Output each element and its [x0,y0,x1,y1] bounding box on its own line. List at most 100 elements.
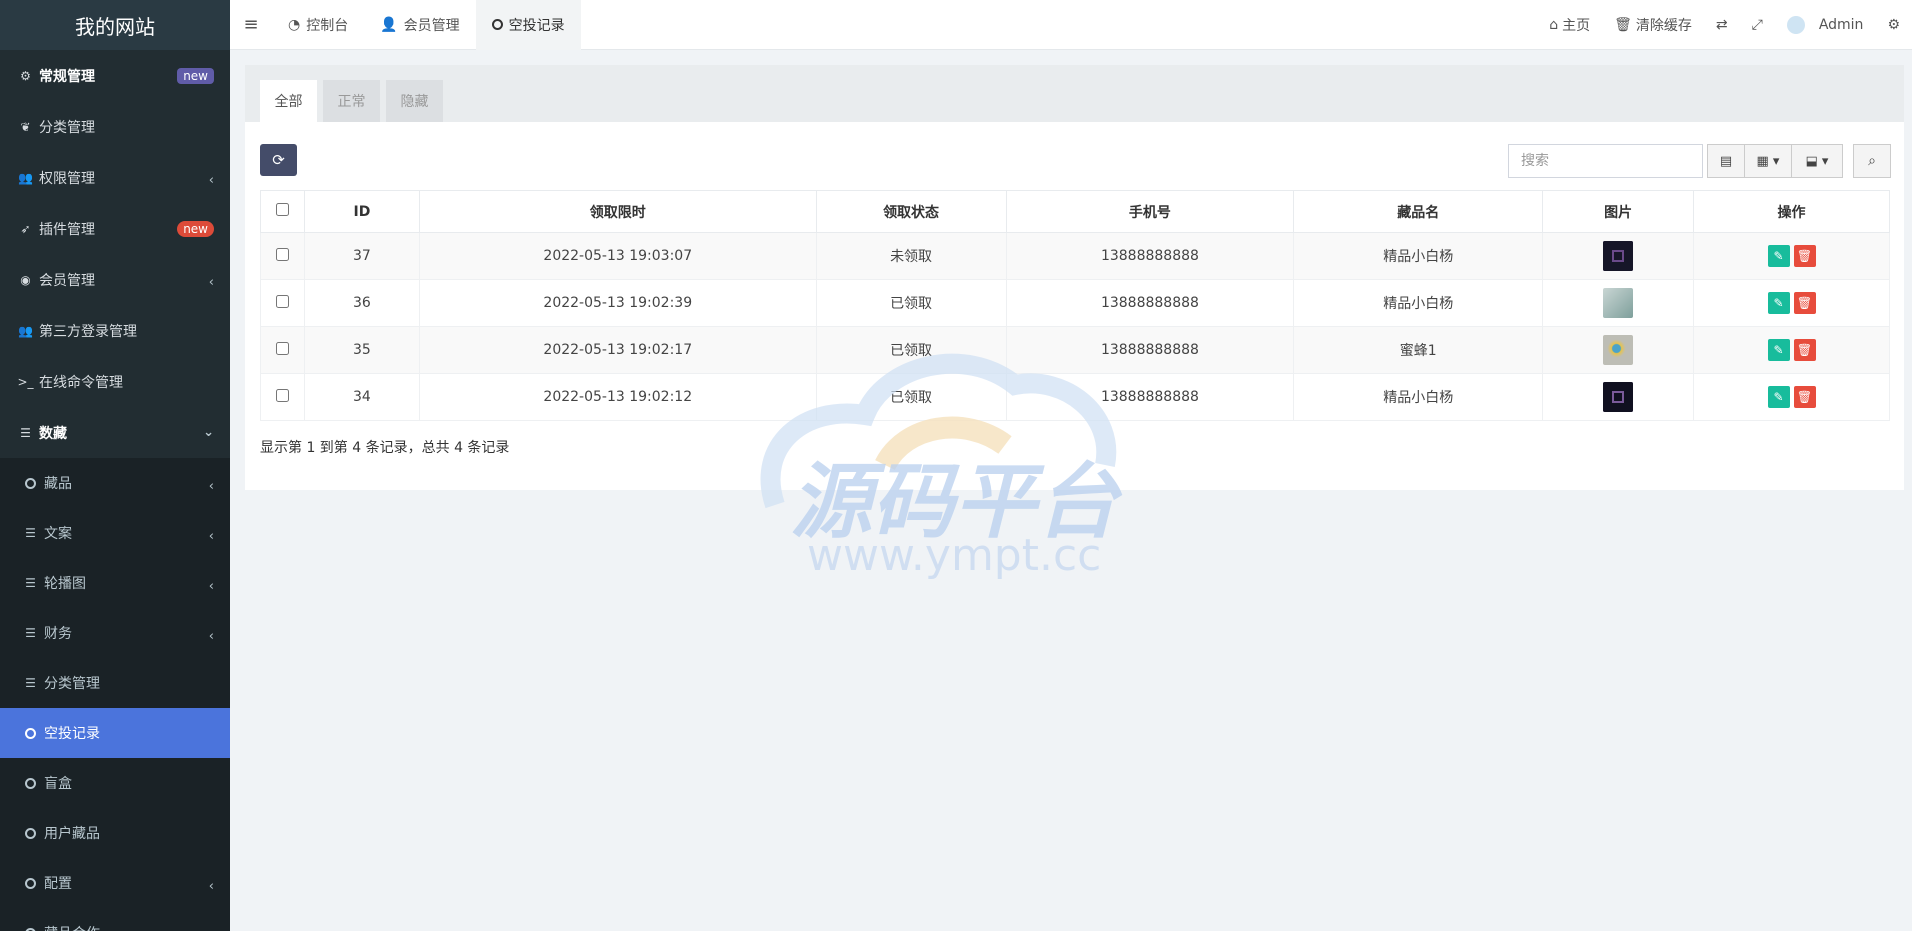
edit-button[interactable]: ✎ [1767,339,1790,361]
sidebar-subitem-user-collections[interactable]: 用户藏品 [0,808,230,858]
columns-button[interactable]: ▦ ▾ [1744,144,1792,178]
sidebar-item-members[interactable]: ◉ 会员管理 ‹ [0,254,230,305]
col-actions: 操作 [1693,190,1890,233]
pencil-icon: ✎ [1773,249,1784,263]
sidebar-subitem-blindbox[interactable]: 盲盒 [0,758,230,808]
row-checkbox[interactable] [275,247,289,261]
settings-button[interactable]: ⚙ [1875,0,1912,50]
sidebar-item-auth[interactable]: 👥 权限管理 ‹ [0,152,230,203]
tab-hidden[interactable]: 隐藏 [386,80,443,122]
fullscreen-button[interactable]: ⤢ [1740,0,1775,50]
select-all-checkbox[interactable] [275,203,289,216]
row-thumbnail[interactable] [1603,288,1634,318]
topbar: ≡ ◔ 控制台 👤 会员管理 空投记录 ⌂ 主页 🗑 清除缓存 ⇄ ⤢ Admi… [230,0,1912,50]
sidebar-subitem-config[interactable]: 配置 ‹ [0,858,230,908]
sidebar-item-collection[interactable]: ☰ 数藏 ⌄ [0,407,230,458]
tab-all[interactable]: 全部 [260,80,317,122]
home-link[interactable]: ⌂ 主页 [1537,0,1602,50]
user-circle-icon: ◉ [20,272,31,287]
chevron-left-icon: ‹ [208,578,214,594]
circle-icon [22,777,39,789]
sidebar-subitem-airdrop[interactable]: 空投记录 [0,708,230,758]
leaf-icon: ❦ [20,119,31,134]
cell-phone: 13888888888 [1005,373,1295,421]
delete-button[interactable]: 🗑 [1793,339,1816,361]
hamburger-icon[interactable]: ≡ [230,0,272,50]
sidebar-subitem-finance[interactable]: ☰ 财务 ‹ [0,608,230,658]
row-checkbox[interactable] [275,294,289,308]
delete-button[interactable]: 🗑 [1793,386,1816,408]
cell-time: 2022-05-13 19:02:17 [418,326,817,374]
circle-icon [22,827,39,839]
tab-dashboard[interactable]: ◔ 控制台 [272,0,364,50]
cell-time: 2022-05-13 19:03:07 [418,232,817,280]
edit-button[interactable]: ✎ [1767,245,1790,267]
sidebar-item-third-party-login[interactable]: 👥 第三方登录管理 [0,305,230,356]
tab-normal[interactable]: 正常 [323,80,380,122]
language-icon: ⇄ [1715,16,1728,33]
chevron-down-icon: ⌄ [203,425,214,440]
edit-button[interactable]: ✎ [1767,292,1790,314]
chevron-left-icon: ‹ [208,173,214,188]
tab-airdrop[interactable]: 空投记录 [475,0,581,50]
delete-button[interactable]: 🗑 [1793,245,1816,267]
tab-members[interactable]: 👤 会员管理 [364,0,475,50]
cell-name: 精品小白杨 [1293,373,1544,421]
cell-time: 2022-05-13 19:02:39 [418,279,817,327]
col-time[interactable]: 领取限时 [418,190,817,233]
sidebar-item-category[interactable]: ❦ 分类管理 [0,101,230,152]
row-checkbox[interactable] [275,341,289,355]
export-button[interactable]: ⬓ ▾ [1791,144,1843,178]
sidebar-subitem-copywriting[interactable]: ☰ 文案 ‹ [0,508,230,558]
toggle-view-button[interactable]: ▤ [1707,144,1745,178]
table-row: 34 2022-05-13 19:02:12 已领取 13888888888 精… [260,373,1890,421]
cell-phone: 13888888888 [1005,232,1295,280]
cell-time: 2022-05-13 19:02:12 [418,373,817,421]
chevron-left-icon: ‹ [208,628,214,644]
col-id[interactable]: ID [303,190,420,233]
col-status[interactable]: 领取状态 [815,190,1007,233]
row-checkbox[interactable] [275,388,289,402]
main-panel: 全部 正常 隐藏 ⟳ ▤ ▦ ▾ ⬓ ▾ ⌕ [245,65,1904,490]
sidebar-subitem-collections[interactable]: 藏品 ‹ [0,458,230,508]
sidebar-subitem-category[interactable]: ☰ 分类管理 [0,658,230,708]
pencil-icon: ✎ [1773,390,1784,404]
language-button[interactable]: ⇄ [1704,0,1740,50]
site-logo[interactable]: 我的网站 [0,0,230,50]
row-thumbnail[interactable] [1603,335,1634,365]
new-badge: new [177,67,214,84]
list-alt-icon: ▤ [1719,153,1733,169]
select-all-cell [260,190,305,233]
col-name[interactable]: 藏品名 [1293,190,1544,233]
users-icon: 👥 [18,170,33,185]
col-phone[interactable]: 手机号 [1005,190,1295,233]
list-icon: ☰ [25,676,36,690]
user-menu[interactable]: Admin [1775,0,1876,50]
search-button[interactable]: ⌕ [1853,144,1891,178]
sidebar-item-plugins[interactable]: ➶ 插件管理 new [0,203,230,254]
cell-phone: 13888888888 [1005,279,1295,327]
sidebar-subitem-carousel[interactable]: ☰ 轮播图 ‹ [0,558,230,608]
cell-id: 34 [303,373,420,421]
clear-cache-button[interactable]: 🗑 清除缓存 [1602,0,1704,50]
delete-button[interactable]: 🗑 [1793,292,1816,314]
row-thumbnail[interactable] [1603,241,1634,271]
fullscreen-icon: ⤢ [1751,16,1763,33]
cell-id: 37 [303,232,420,280]
refresh-icon: ⟳ [272,151,285,169]
home-icon: ⌂ [1549,16,1559,33]
row-thumbnail[interactable] [1603,382,1634,412]
edit-button[interactable]: ✎ [1767,386,1790,408]
pencil-icon: ✎ [1773,296,1784,310]
sidebar-item-general[interactable]: ⚙ 常规管理 new [0,50,230,101]
refresh-button[interactable]: ⟳ [260,144,297,176]
topbar-right: ⌂ 主页 🗑 清除缓存 ⇄ ⤢ Admin ⚙ [1537,0,1912,50]
sidebar-subitem-cooperation[interactable]: 藏品合作 [0,908,230,931]
cell-id: 36 [303,279,420,327]
new-badge: new [177,220,214,237]
search-input[interactable] [1508,144,1703,178]
circle-icon [22,877,39,889]
rocket-icon: ➶ [20,221,31,236]
trash-icon: 🗑 [1614,16,1632,33]
sidebar-item-command[interactable]: >_ 在线命令管理 [0,356,230,407]
